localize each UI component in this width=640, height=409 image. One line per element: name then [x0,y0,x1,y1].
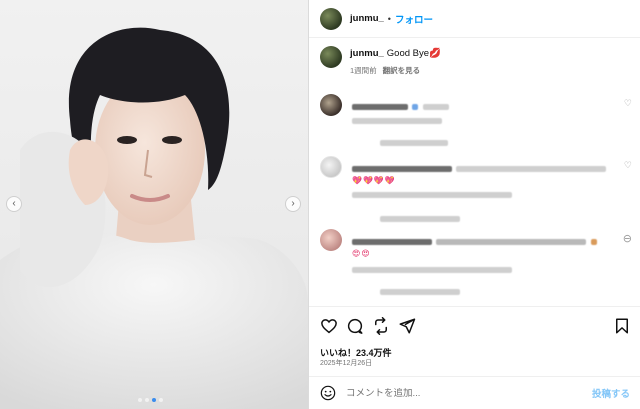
emoji-icon[interactable] [320,385,336,401]
comment-composer: 投稿する [309,376,640,409]
carousel-dot-active [152,398,156,402]
separator-dot: • [387,13,391,24]
repost-icon[interactable] [372,317,390,335]
comment-like-icon[interactable]: ♡ [624,160,632,171]
carousel-dot [138,398,142,402]
caption-time: 1週間前 [350,66,377,75]
post-button[interactable]: 投稿する [592,386,630,400]
bookmark-icon[interactable] [613,317,631,335]
commenter-avatar[interactable] [320,94,342,116]
action-bar [309,306,640,344]
comment-item: ♡ [320,94,632,154]
commenter-avatar[interactable] [320,156,342,178]
send-icon[interactable] [398,317,416,335]
carousel-dot [159,398,163,402]
post-header: junmu_ • フォロー [309,0,640,38]
chevron-left-icon[interactable]: ‹ [6,196,22,212]
heart-icon[interactable] [320,317,338,335]
chevron-right-icon[interactable]: › [285,196,301,212]
caption-username[interactable]: junmu_ [350,48,384,59]
comment-item: 💖💖💖💖 ♡ [320,156,632,226]
caption-avatar[interactable] [320,46,342,68]
carousel-dot [145,398,149,402]
comment-icon[interactable] [346,317,364,335]
post-photo[interactable]: ‹ › [0,0,308,409]
comment-like-icon[interactable]: ♡ [624,98,632,109]
carousel-indicator [138,398,163,402]
commenter-avatar[interactable] [320,229,342,251]
caption-text: Good Bye💋 [386,48,441,59]
comment-more-icon[interactable]: ⊖ [623,232,632,245]
post-details-panel: junmu_ • フォロー junmu_ Good Bye💋 1週間前 翻訳を見る … [308,0,640,409]
comment-emoji: 💖💖💖💖 [352,176,396,185]
portrait-image [0,0,308,409]
translate-link[interactable]: 翻訳を見る [383,66,421,75]
comment-emoji: 😍😍 [352,249,371,258]
post-date: 2025年12月26日 [320,360,373,367]
avatar[interactable] [320,7,342,30]
comment-item: 😍😍 ⊖ [320,229,632,299]
caption: junmu_ Good Bye💋 1週間前 翻訳を見る [309,38,640,82]
comment-input[interactable] [346,387,576,399]
follow-button[interactable]: フォロー [395,12,433,26]
username[interactable]: junmu_ [350,13,384,24]
